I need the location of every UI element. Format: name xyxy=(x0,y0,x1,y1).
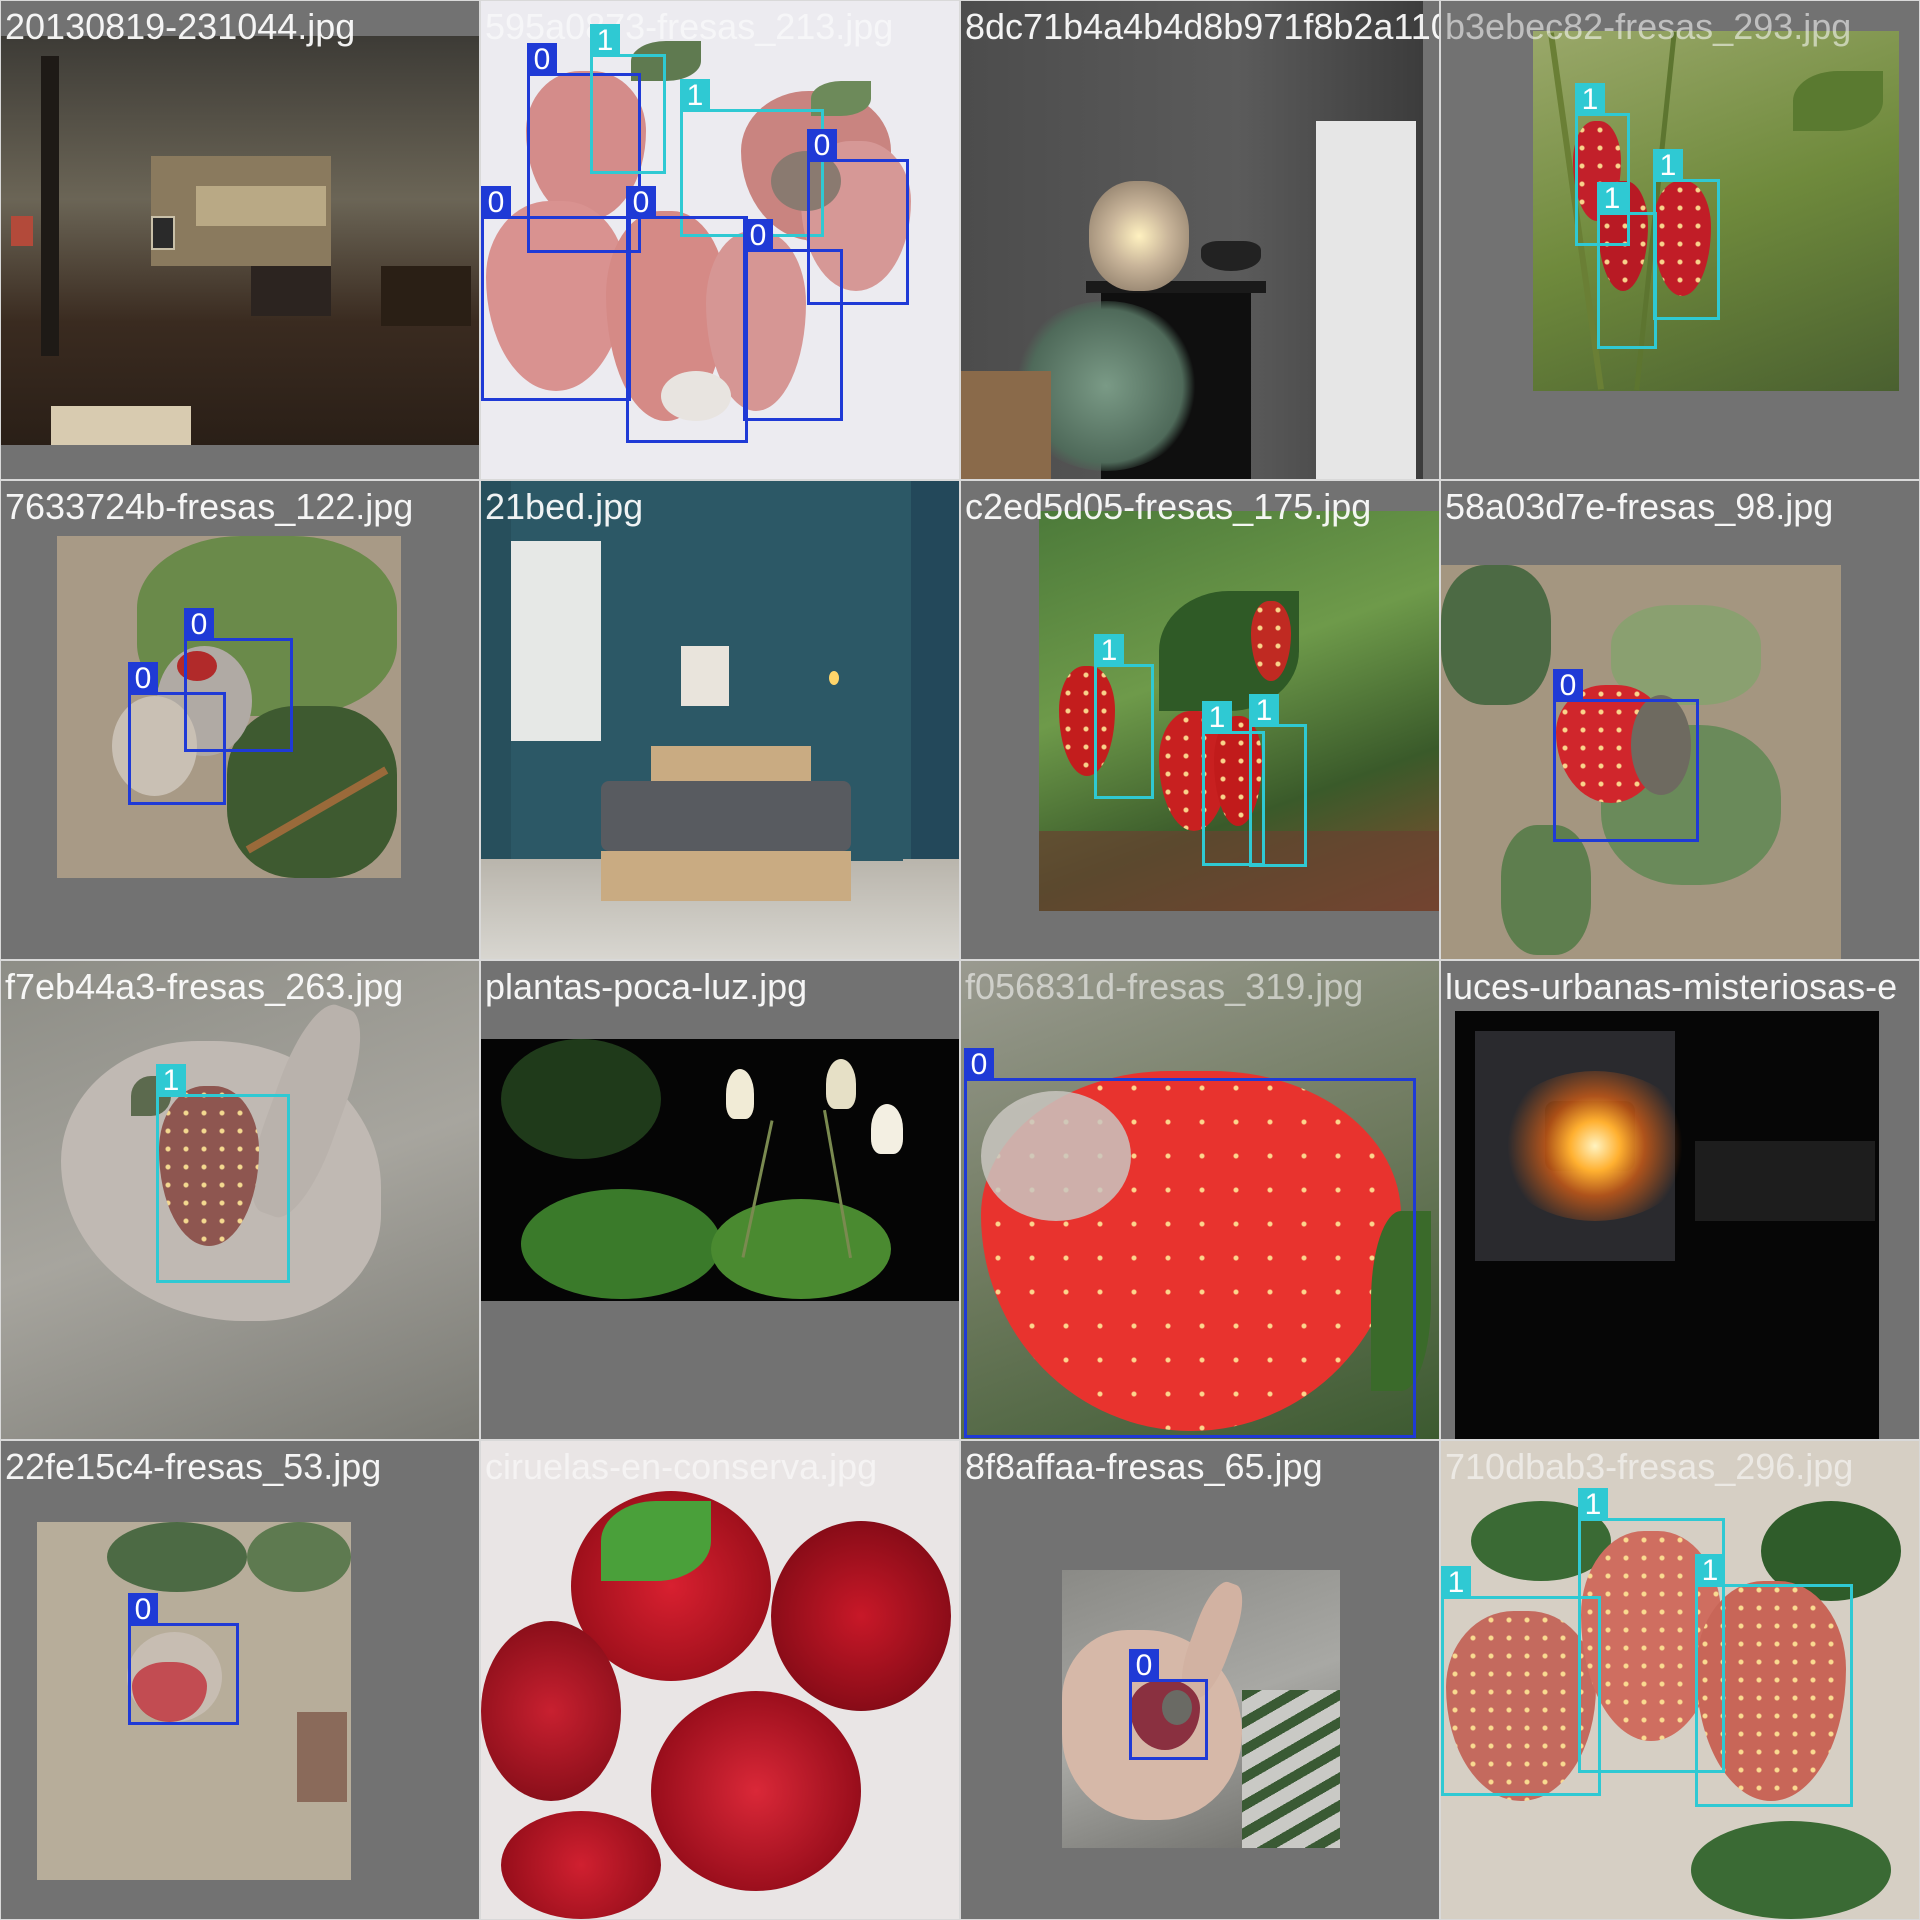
detection-box: 1 xyxy=(1695,1554,1853,1807)
class-tag: 0 xyxy=(128,1593,158,1626)
filename-label: 21bed.jpg xyxy=(485,486,644,527)
tile-16: 710dbab3-fresas_296.jpg 1 1 1 xyxy=(1440,1440,1920,1920)
detection-box: 0 xyxy=(743,219,843,421)
detection-box: 1 xyxy=(156,1064,290,1283)
filename-label: plantas-poca-luz.jpg xyxy=(485,966,808,1007)
tile-9: f7eb44a3-fresas_263.jpg 1 xyxy=(0,960,480,1440)
photo-lantern xyxy=(961,1,1423,479)
filename-label: luces-urbanas-misteriosas-e xyxy=(1445,966,1898,1007)
detection-box: 1 xyxy=(590,24,666,174)
tile-11: f056831d-fresas_319.jpg 0 xyxy=(960,960,1440,1440)
tile-2: 595a0873-fresas_213.jpg 0 1 1 0 0 0 0 xyxy=(480,0,960,480)
tile-10: plantas-poca-luz.jpg xyxy=(480,960,960,1440)
filename-label: ciruelas-en-conserva.jpg xyxy=(485,1446,878,1487)
tile-4: b3ebec82-fresas_293.jpg 1 1 1 xyxy=(1440,0,1920,480)
tile-15: 8f8affaa-fresas_65.jpg 0 xyxy=(960,1440,1440,1920)
detection-box: 1 xyxy=(1441,1566,1601,1796)
filename-label: f7eb44a3-fresas_263.jpg xyxy=(5,966,404,1007)
tile-12: luces-urbanas-misteriosas-e xyxy=(1440,960,1920,1440)
filename-label: f056831d-fresas_319.jpg xyxy=(965,966,1364,1007)
class-tag: 0 xyxy=(527,43,557,76)
class-tag: 0 xyxy=(128,662,158,695)
tile-5: 7633724b-fresas_122.jpg 0 0 xyxy=(0,480,480,960)
photo-bedroom xyxy=(481,481,959,959)
tile-13: 22fe15c4-fresas_53.jpg 0 xyxy=(0,1440,480,1920)
class-tag: 1 xyxy=(1441,1566,1471,1599)
filename-label: c2ed5d05-fresas_175.jpg xyxy=(965,486,1372,527)
tile-1: 20130819-231044.jpg xyxy=(0,0,480,480)
detection-box: 1 xyxy=(1094,634,1154,799)
filename-label: 22fe15c4-fresas_53.jpg xyxy=(5,1446,382,1487)
detection-box: 0 xyxy=(481,186,631,401)
class-tag: 0 xyxy=(743,219,773,252)
class-tag: 0 xyxy=(964,1048,994,1081)
detection-box: 1 xyxy=(1653,149,1720,320)
class-tag: 1 xyxy=(1094,634,1124,667)
photo-plums xyxy=(481,1441,959,1919)
class-tag: 1 xyxy=(156,1064,186,1097)
class-tag: 1 xyxy=(1575,83,1605,116)
photo-peace-lily xyxy=(481,1039,959,1301)
filename-label: 7633724b-fresas_122.jpg xyxy=(5,486,414,527)
class-tag: 1 xyxy=(1653,149,1683,182)
class-tag: 0 xyxy=(481,186,511,219)
class-tag: 1 xyxy=(1202,701,1232,734)
detection-box: 1 xyxy=(1249,694,1307,867)
detection-box: 0 xyxy=(626,186,748,443)
class-tag: 0 xyxy=(184,608,214,641)
class-tag: 1 xyxy=(1578,1488,1608,1521)
detection-box: 0 xyxy=(964,1048,1416,1438)
detection-box: 0 xyxy=(128,662,226,805)
filename-label: b3ebec82-fresas_293.jpg xyxy=(1445,6,1852,47)
tile-8: 58a03d7e-fresas_98.jpg 0 xyxy=(1440,480,1920,960)
photo-orange-lamp xyxy=(1455,1011,1879,1439)
filename-label: 595a0873-fresas_213.jpg xyxy=(485,6,894,47)
detection-box: 1 xyxy=(1597,182,1657,349)
filename-label: 20130819-231044.jpg xyxy=(5,6,356,47)
filename-label: 710dbab3-fresas_296.jpg xyxy=(1445,1446,1854,1487)
filename-label: 58a03d7e-fresas_98.jpg xyxy=(1445,486,1834,527)
class-tag: 0 xyxy=(807,129,837,162)
detection-box: 0 xyxy=(1129,1649,1208,1760)
filename-label: 8dc71b4a4b4d8b971f8b2a110bf3072e.jpg xyxy=(965,6,1439,47)
tile-6: 21bed.jpg xyxy=(480,480,960,960)
detection-box: 0 xyxy=(1553,669,1699,842)
tile-14: ciruelas-en-conserva.jpg xyxy=(480,1440,960,1920)
mosaic-grid: 20130819-231044.jpg 595a0873-fresas_213.… xyxy=(0,0,1920,1920)
class-tag: 0 xyxy=(1129,1649,1159,1682)
tile-3: 8dc71b4a4b4d8b971f8b2a110bf3072e.jpg xyxy=(960,0,1440,480)
class-tag: 1 xyxy=(1597,182,1627,215)
class-tag: 0 xyxy=(626,186,656,219)
class-tag: 1 xyxy=(1249,694,1279,727)
class-tag: 0 xyxy=(1553,669,1583,702)
detection-box: 0 xyxy=(128,1593,239,1725)
filename-label: 8f8affaa-fresas_65.jpg xyxy=(965,1446,1323,1487)
photo-interior xyxy=(1,36,479,445)
class-tag: 1 xyxy=(590,24,620,57)
tile-7: c2ed5d05-fresas_175.jpg 1 1 1 xyxy=(960,480,1440,960)
class-tag: 1 xyxy=(1695,1554,1725,1587)
class-tag: 1 xyxy=(680,79,710,112)
